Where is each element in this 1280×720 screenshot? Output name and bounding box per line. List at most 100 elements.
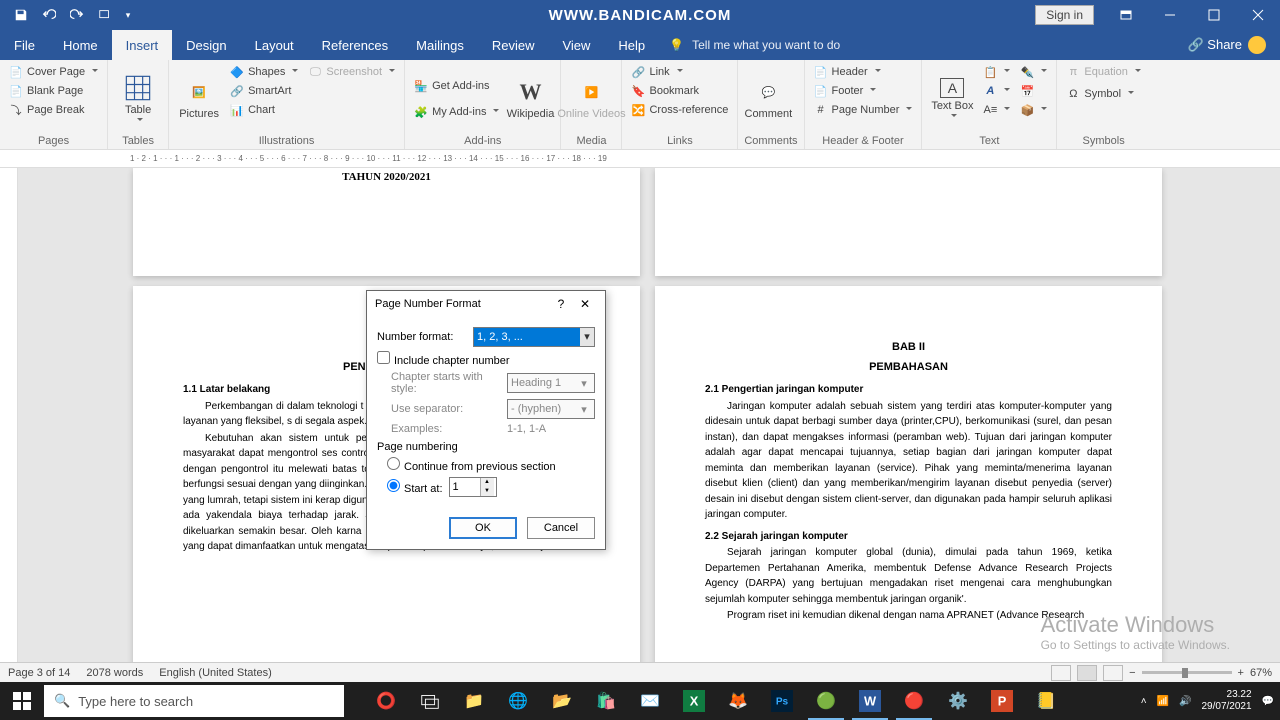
symbol-button[interactable]: ΩSymbol	[1063, 85, 1143, 103]
comment-button[interactable]: 💬Comment	[744, 63, 792, 135]
text-box-button[interactable]: AText Box	[928, 63, 976, 135]
zoom-slider[interactable]	[1142, 671, 1232, 674]
tab-help[interactable]: Help	[604, 30, 659, 60]
share-button[interactable]: 🔗 Share	[1187, 37, 1242, 53]
tray-expand-icon[interactable]: ˄	[1141, 696, 1147, 707]
start-at-spinner[interactable]: ▲▼	[449, 477, 497, 497]
include-chapter-checkbox[interactable]: Include chapter number	[377, 351, 510, 367]
zoom-level[interactable]: 67%	[1250, 667, 1272, 679]
chart-button[interactable]: 📊Chart	[227, 101, 301, 119]
drop-cap-button[interactable]: A≡	[980, 101, 1013, 119]
spinner-up[interactable]: ▲	[480, 478, 494, 487]
tab-mailings[interactable]: Mailings	[402, 30, 478, 60]
smiley-feedback-icon[interactable]	[1248, 36, 1266, 54]
link-button[interactable]: 🔗Link	[628, 63, 731, 81]
tab-review[interactable]: Review	[478, 30, 549, 60]
save-button[interactable]	[8, 3, 34, 27]
task-view-icon[interactable]	[408, 682, 452, 720]
shapes-button[interactable]: 🔷Shapes	[227, 63, 301, 81]
start-at-input[interactable]	[450, 478, 480, 496]
start-at-radio[interactable]: Start at:	[387, 479, 443, 495]
status-page[interactable]: Page 3 of 14	[8, 667, 70, 679]
start-button[interactable]	[0, 682, 44, 720]
tab-home[interactable]: Home	[49, 30, 112, 60]
screenshot-button[interactable]: 🖵Screenshot	[305, 63, 398, 81]
vertical-ruler[interactable]	[0, 168, 18, 662]
zoom-in-button[interactable]: +	[1238, 667, 1244, 679]
excel-icon[interactable]: X	[672, 682, 716, 720]
quick-parts-button[interactable]: 📋	[980, 63, 1013, 81]
horizontal-ruler[interactable]: 1 · 2 · 1 · · · 1 · · · 2 · · · 3 · · · …	[0, 150, 1280, 168]
date-time-button[interactable]: 📅	[1017, 82, 1050, 100]
tab-references[interactable]: References	[308, 30, 402, 60]
settings-icon[interactable]: ⚙️	[936, 682, 980, 720]
close-button[interactable]	[1236, 0, 1280, 30]
sign-in-button[interactable]: Sign in	[1035, 5, 1094, 25]
photoshop-icon[interactable]: Ps	[760, 682, 804, 720]
dialog-help-button[interactable]: ?	[549, 297, 573, 311]
cortana-icon[interactable]: ⭕	[364, 682, 408, 720]
volume-icon[interactable]: 🔊	[1179, 696, 1191, 707]
chrome-icon[interactable]: 🟢	[804, 682, 848, 720]
wikipedia-button[interactable]: WWikipedia	[506, 63, 554, 135]
mail-icon[interactable]: ✉️	[628, 682, 672, 720]
zoom-out-button[interactable]: −	[1129, 667, 1135, 679]
print-layout-button[interactable]	[1077, 665, 1097, 681]
redo-button[interactable]	[64, 3, 90, 27]
firefox-icon[interactable]: 🦊	[716, 682, 760, 720]
undo-button[interactable]	[36, 3, 62, 27]
footer-button[interactable]: 📄Footer	[811, 82, 916, 100]
notes-icon[interactable]: 📒	[1024, 682, 1068, 720]
wifi-icon[interactable]: 📶	[1157, 696, 1169, 707]
web-layout-button[interactable]	[1103, 665, 1123, 681]
smartart-button[interactable]: 🔗SmartArt	[227, 82, 301, 100]
bookmark-button[interactable]: 🔖Bookmark	[628, 82, 731, 100]
tab-insert[interactable]: Insert	[112, 30, 173, 60]
status-language[interactable]: English (United States)	[159, 667, 272, 679]
equation-button[interactable]: πEquation	[1063, 63, 1143, 81]
minimize-button[interactable]	[1148, 0, 1192, 30]
bandicam-icon[interactable]: 🔴	[892, 682, 936, 720]
word-icon[interactable]: W	[848, 682, 892, 720]
dialog-close-button[interactable]: ✕	[573, 297, 597, 311]
qat-more-button[interactable]	[92, 3, 118, 27]
ribbon-display-button[interactable]	[1104, 0, 1148, 30]
online-videos-button[interactable]: ▶️Online Videos	[567, 63, 615, 135]
pictures-button[interactable]: 🖼️Pictures	[175, 63, 223, 135]
store-icon[interactable]: 🛍️	[584, 682, 628, 720]
cover-page-button[interactable]: 📄Cover Page	[6, 63, 101, 81]
cancel-button[interactable]: Cancel	[527, 517, 595, 539]
read-mode-button[interactable]	[1051, 665, 1071, 681]
explorer-2-icon[interactable]: 📂	[540, 682, 584, 720]
taskbar-search[interactable]: 🔍 Type here to search	[44, 685, 344, 717]
clock[interactable]: 23.22 29/07/2021	[1201, 689, 1251, 713]
powerpoint-icon[interactable]: P	[980, 682, 1024, 720]
page-number-button[interactable]: #Page Number	[811, 101, 916, 119]
file-explorer-icon[interactable]: 📁	[452, 682, 496, 720]
tab-design[interactable]: Design	[172, 30, 240, 60]
number-format-select[interactable]: 1, 2, 3, ...	[473, 327, 595, 347]
maximize-button[interactable]	[1192, 0, 1236, 30]
qat-customize-button[interactable]: ▾	[120, 3, 136, 27]
table-button[interactable]: Table	[114, 63, 162, 135]
notifications-icon[interactable]: 💬	[1262, 696, 1274, 707]
tell-me-search[interactable]: 💡 Tell me what you want to do	[669, 38, 840, 52]
my-addins-button[interactable]: 🧩My Add-ins	[411, 103, 502, 121]
blank-page-button[interactable]: 📄Blank Page	[6, 82, 101, 100]
wordart-button[interactable]: A	[980, 82, 1013, 100]
page-break-button[interactable]: ⤵Page Break	[6, 101, 101, 119]
dialog-titlebar[interactable]: Page Number Format ? ✕	[367, 291, 605, 317]
ok-button[interactable]: OK	[449, 517, 517, 539]
edge-icon[interactable]: 🌐	[496, 682, 540, 720]
tab-view[interactable]: View	[548, 30, 604, 60]
status-words[interactable]: 2078 words	[86, 667, 143, 679]
continue-previous-radio[interactable]: Continue from previous section	[387, 457, 556, 473]
get-addins-button[interactable]: 🏪Get Add-ins	[411, 77, 502, 95]
object-button[interactable]: 📦	[1017, 101, 1050, 119]
spinner-down[interactable]: ▼	[480, 487, 494, 496]
cross-reference-button[interactable]: 🔀Cross-reference	[628, 101, 731, 119]
tab-layout[interactable]: Layout	[241, 30, 308, 60]
tab-file[interactable]: File	[0, 30, 49, 60]
signature-line-button[interactable]: ✒️	[1017, 63, 1050, 81]
document-area[interactable]: TAHUN 2020/2021 PEN 1.1 Latar belakang P…	[18, 168, 1280, 662]
